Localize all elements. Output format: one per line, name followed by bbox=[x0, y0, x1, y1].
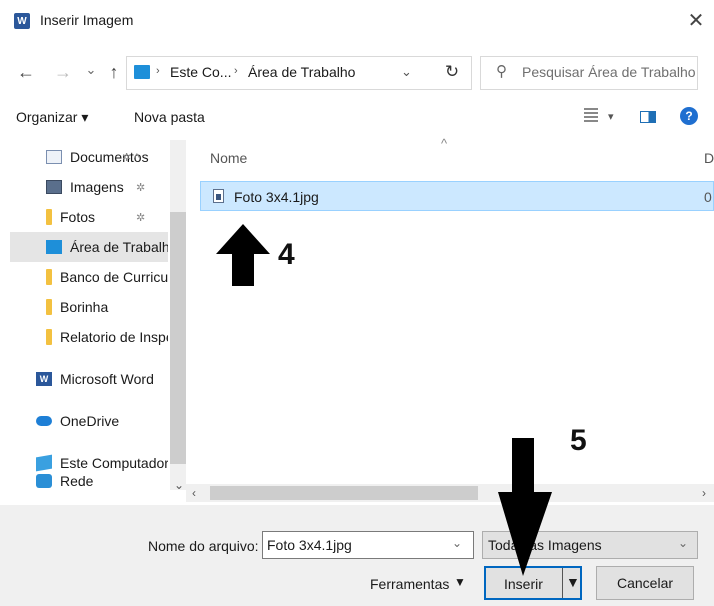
cloud-icon bbox=[36, 416, 52, 426]
insert-button-label: Inserir bbox=[504, 576, 543, 592]
preview-pane-icon[interactable] bbox=[640, 111, 656, 123]
sidebar-item-relatorio-de-inspecao[interactable]: Relatorio de Inspeção bbox=[10, 322, 168, 352]
word-app-icon: W bbox=[14, 13, 30, 29]
folder-icon bbox=[46, 299, 52, 315]
sidebar-item-label: Relatorio de Inspeção bbox=[60, 329, 168, 345]
breadcrumb-area-de-trabalho[interactable]: Área de Trabalho bbox=[248, 64, 355, 80]
sidebar-item-onedrive[interactable]: OneDrive bbox=[10, 406, 168, 436]
network-icon bbox=[36, 474, 52, 488]
sidebar-item-label: Área de Trabalho bbox=[70, 239, 168, 255]
sidebar-item-microsoft-word[interactable]: W Microsoft Word bbox=[10, 364, 168, 394]
annotation-step-4: 4 bbox=[278, 238, 295, 271]
up-arrow-icon[interactable]: ↑ bbox=[104, 60, 124, 84]
sidebar-item-label: Rede bbox=[60, 473, 94, 489]
sidebar-item-fotos[interactable]: Fotos ✲ bbox=[10, 202, 168, 232]
document-folder-icon bbox=[46, 150, 62, 164]
new-folder-button[interactable]: Nova pasta bbox=[134, 109, 205, 125]
file-type-dropdown-chevron-icon[interactable]: ⌄ bbox=[678, 536, 688, 550]
column-header-name[interactable]: Nome bbox=[210, 150, 247, 166]
sidebar-item-banco-de-curriculo[interactable]: Banco de Curriculo bbox=[10, 262, 168, 292]
sidebar-item-borinha[interactable]: Borinha bbox=[10, 292, 168, 322]
annotation-step-5: 5 bbox=[570, 424, 587, 457]
tools-dropdown-caret-icon[interactable]: ▼ bbox=[454, 575, 466, 589]
organize-menu-button[interactable]: Organizar ▾ bbox=[16, 109, 88, 126]
breadcrumb-separator[interactable]: › bbox=[234, 65, 238, 77]
search-icon: ⚲ bbox=[496, 63, 507, 80]
file-name[interactable]: Foto 3x4.1jpg bbox=[234, 189, 319, 205]
folder-icon bbox=[46, 269, 52, 285]
annotation-up-arrow-icon bbox=[216, 224, 270, 286]
file-date: 0 bbox=[704, 189, 712, 205]
help-icon[interactable]: ? bbox=[680, 107, 698, 125]
address-dropdown-chevron-icon[interactable]: ⌄ bbox=[401, 64, 412, 80]
insert-split-divider bbox=[562, 568, 563, 598]
view-options-chevron-icon[interactable]: ▾ bbox=[608, 110, 614, 123]
breadcrumb-este-computador[interactable]: Este Co... bbox=[170, 64, 231, 80]
breadcrumb-separator[interactable]: › bbox=[156, 65, 160, 77]
image-file-icon bbox=[213, 189, 224, 203]
folder-icon bbox=[46, 329, 52, 345]
sidebar-item-rede[interactable]: Rede bbox=[10, 466, 168, 490]
sidebar-item-label: Banco de Curriculo bbox=[60, 269, 168, 285]
folder-icon bbox=[46, 209, 52, 225]
sidebar-item-area-de-trabalho[interactable]: Área de Trabalho bbox=[10, 232, 168, 262]
scroll-down-chevron-icon[interactable]: ⌄ bbox=[174, 478, 184, 492]
pin-icon[interactable]: ✲ ^ bbox=[122, 151, 139, 164]
window-title: Inserir Imagem bbox=[40, 12, 134, 28]
sidebar-item-documentos[interactable]: Documentos ✲ ^ bbox=[10, 142, 168, 172]
pin-icon[interactable]: ✲ bbox=[136, 181, 145, 194]
desktop-folder-icon bbox=[46, 240, 62, 254]
sidebar-item-label: Microsoft Word bbox=[60, 371, 154, 387]
pictures-folder-icon bbox=[46, 180, 62, 194]
filename-input[interactable] bbox=[262, 531, 474, 559]
navigation-pane: Documentos ✲ ^ Imagens ✲ Fotos ✲ Área de… bbox=[10, 140, 186, 490]
search-input[interactable]: Pesquisar Área de Trabalho bbox=[522, 64, 696, 80]
scroll-right-chevron-icon[interactable]: › bbox=[702, 486, 706, 500]
back-arrow-icon[interactable]: ← bbox=[14, 60, 38, 84]
horizontal-scrollbar-thumb[interactable] bbox=[210, 486, 478, 500]
refresh-icon[interactable]: ↻ bbox=[438, 60, 466, 84]
insert-options-caret-icon[interactable]: ▼ bbox=[566, 574, 580, 590]
cancel-button[interactable]: Cancelar bbox=[596, 566, 694, 600]
filename-label: Nome do arquivo: bbox=[148, 538, 259, 554]
close-icon[interactable]: ✕ bbox=[684, 8, 708, 32]
sidebar-scrollbar-thumb[interactable] bbox=[170, 212, 186, 464]
desktop-folder-icon bbox=[134, 65, 150, 79]
filename-dropdown-chevron-icon[interactable]: ⌄ bbox=[452, 536, 462, 550]
word-icon: W bbox=[36, 372, 52, 386]
view-options-icon[interactable] bbox=[584, 108, 598, 122]
annotation-down-arrow-icon bbox=[498, 438, 552, 576]
pin-icon[interactable]: ✲ bbox=[136, 211, 145, 224]
forward-arrow-icon[interactable]: → bbox=[52, 60, 74, 84]
sidebar-item-label: Borinha bbox=[60, 299, 109, 315]
sidebar-item-label: Fotos bbox=[60, 209, 96, 225]
sidebar-item-label: Imagens bbox=[70, 179, 124, 195]
tools-menu-button[interactable]: Ferramentas bbox=[370, 576, 449, 592]
sidebar-item-imagens[interactable]: Imagens ✲ bbox=[10, 172, 168, 202]
scroll-left-chevron-icon[interactable]: ‹ bbox=[192, 486, 196, 500]
sort-ascending-caret-icon: ^ bbox=[441, 136, 448, 151]
column-header-date[interactable]: D bbox=[704, 150, 714, 166]
sidebar-item-label: OneDrive bbox=[60, 413, 120, 429]
recent-locations-chevron-icon[interactable]: ⌄ bbox=[84, 58, 98, 82]
